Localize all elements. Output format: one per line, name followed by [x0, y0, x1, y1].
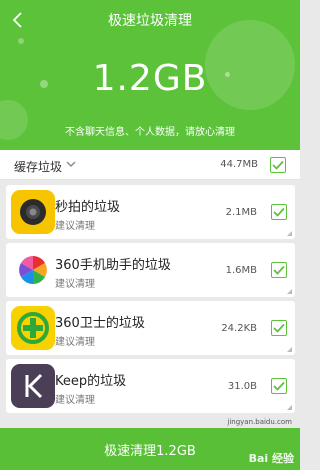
category-row-cache[interactable]: 缓存垃圾 44.7MB	[0, 150, 300, 180]
item-hint: 建议清理	[55, 221, 95, 232]
checkmark-icon	[273, 323, 285, 333]
watermark-url: jingyan.baidu.com	[227, 418, 292, 426]
item-hint: 建议清理	[55, 395, 95, 406]
checkmark-icon	[273, 381, 285, 391]
item-size: 1.6MB	[225, 265, 257, 276]
item-name: 秒拍的垃圾	[55, 200, 121, 215]
total-junk-size: 1.2GB	[92, 58, 208, 99]
corner-mark	[287, 347, 292, 352]
keep-app-icon	[11, 364, 55, 408]
item-name: 360卫士的垃圾	[55, 316, 145, 331]
top-bar: 极速垃圾清理	[0, 0, 300, 40]
quick-clean-label: 极速清理1.2GB	[104, 443, 196, 459]
corner-mark	[287, 289, 292, 294]
page-title: 极速垃圾清理	[108, 13, 192, 29]
item-checkbox[interactable]	[271, 378, 287, 394]
list-item[interactable]: Keep的垃圾 建议清理 31.0B	[6, 359, 295, 413]
item-name: Keep的垃圾	[55, 374, 127, 389]
list-item[interactable]: 秒拍的垃圾 建议清理 2.1MB	[6, 185, 295, 239]
360-security-app-icon	[11, 306, 55, 350]
checkmark-icon	[272, 160, 284, 170]
miaopai-app-icon	[11, 190, 55, 234]
checkmark-icon	[273, 265, 285, 275]
list-item[interactable]: 360卫士的垃圾 建议清理 24.2KB	[6, 301, 295, 355]
watermark-logo: Bai 经验	[248, 452, 294, 465]
chevron-down-icon[interactable]	[65, 158, 77, 170]
category-label: 缓存垃圾	[14, 160, 63, 174]
360-assistant-app-icon	[11, 248, 55, 292]
item-size: 31.0B	[227, 381, 257, 392]
checkmark-icon	[273, 207, 285, 217]
item-size: 2.1MB	[225, 207, 257, 218]
category-size: 44.7MB	[220, 159, 258, 170]
list-item[interactable]: 360手机助手的垃圾 建议清理 1.6MB	[6, 243, 295, 297]
item-hint: 建议清理	[55, 279, 95, 290]
item-name: 360手机助手的垃圾	[55, 258, 171, 273]
corner-mark	[287, 405, 292, 410]
category-checkbox[interactable]	[270, 157, 286, 173]
item-checkbox[interactable]	[271, 204, 287, 220]
item-checkbox[interactable]	[271, 262, 287, 278]
corner-mark	[287, 231, 292, 236]
item-checkbox[interactable]	[271, 320, 287, 336]
privacy-note: 不含聊天信息、个人数据，请放心清理	[65, 127, 235, 138]
item-hint: 建议清理	[55, 337, 95, 348]
summary-header: 极速垃圾清理 1.2GB 不含聊天信息、个人数据，请放心清理	[0, 0, 300, 150]
item-size: 24.2KB	[221, 323, 257, 334]
